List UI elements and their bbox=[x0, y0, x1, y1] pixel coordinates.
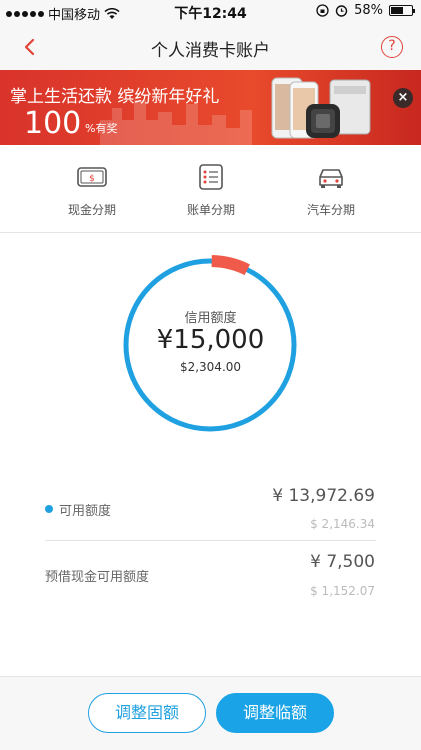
category-car-installment[interactable]: 汽车分期 bbox=[271, 163, 391, 218]
battery-percent: 58% bbox=[354, 3, 383, 18]
banner-headline: 掌上生活还款 缤纷新年好礼 bbox=[10, 87, 220, 107]
rotation-lock-icon bbox=[316, 4, 329, 17]
page-title: 个人消费卡账户 bbox=[151, 41, 270, 61]
cash-advance-label: 预借现金可用额度 bbox=[45, 570, 150, 585]
available-label: 可用额度 bbox=[59, 504, 112, 519]
credit-limit-usd: $2,304.00 bbox=[179, 360, 242, 374]
category-label: 现金分期 bbox=[67, 203, 116, 217]
available-indicator-dot bbox=[45, 505, 53, 513]
category-cash-installment[interactable]: $ 现金分期 bbox=[32, 163, 152, 218]
credit-limit-label: 信用额度 bbox=[184, 311, 237, 326]
credit-limit-cny: ¥15,000 bbox=[156, 325, 265, 355]
banner-number: 100 bbox=[24, 106, 82, 141]
ring-used-arc bbox=[211, 255, 250, 276]
cash-advance-amount-usd: $ 1,152.07 bbox=[310, 584, 375, 598]
divider bbox=[45, 540, 376, 541]
bottom-action-bar: 调整固额 调整临额 bbox=[0, 676, 421, 750]
adjust-fixed-limit-button[interactable]: 调整固额 bbox=[88, 693, 206, 733]
cash-advance-amount-cny: ¥ 7,500 bbox=[310, 552, 375, 572]
help-button[interactable]: ? bbox=[381, 36, 403, 58]
car-icon bbox=[319, 169, 343, 188]
battery-icon bbox=[389, 5, 415, 16]
svg-text:$: $ bbox=[89, 174, 95, 184]
battery-fill bbox=[391, 7, 403, 14]
available-amount-usd: $ 2,146.34 bbox=[310, 517, 375, 531]
banner-close-button[interactable]: × bbox=[393, 88, 413, 108]
chevron-left-icon bbox=[24, 38, 35, 56]
alarm-icon bbox=[335, 5, 348, 17]
bill-list-icon bbox=[199, 164, 223, 190]
installment-categories: $ 现金分期 账单分期 汽车分期 bbox=[0, 145, 421, 233]
category-label: 账单分期 bbox=[186, 203, 235, 217]
nav-bar: 个人消费卡账户 ? bbox=[0, 24, 421, 70]
available-amount-cny: ¥ 13,972.69 bbox=[272, 486, 375, 506]
adjust-temporary-limit-button[interactable]: 调整临额 bbox=[216, 693, 334, 733]
promo-banner[interactable]: 掌上生活还款 缤纷新年好礼 100 %有奖 × bbox=[0, 70, 421, 145]
category-bill-installment[interactable]: 账单分期 bbox=[151, 163, 271, 218]
banner-products-icon bbox=[271, 77, 371, 139]
banner-suffix: %有奖 bbox=[85, 122, 118, 135]
category-label: 汽车分期 bbox=[306, 203, 355, 217]
status-right: 58% bbox=[316, 3, 415, 18]
back-button[interactable] bbox=[16, 32, 46, 62]
status-bar: 中国移动 下午12:44 58% bbox=[0, 0, 421, 24]
cash-card-icon: $ bbox=[77, 167, 107, 187]
